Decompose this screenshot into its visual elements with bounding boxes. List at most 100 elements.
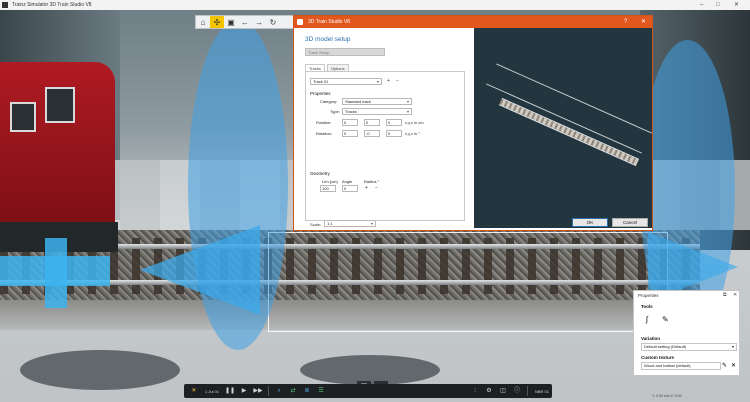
rotation-unit: x,y,z in ° <box>405 131 420 136</box>
panel-close-icon[interactable]: ✕ <box>733 292 737 298</box>
chevron-down-icon: ▾ <box>376 79 379 84</box>
pencil-icon[interactable]: ✎ <box>662 315 669 324</box>
close-button[interactable]: ✕ <box>734 0 739 10</box>
add-model-button[interactable]: + <box>385 78 392 85</box>
pause-icon[interactable]: ❚❚ <box>224 386 236 396</box>
variation-label: Variation <box>641 336 661 341</box>
status-readout: Y: 0.00 mm Z: 0.00 <box>652 394 682 398</box>
maximize-button[interactable]: □ <box>716 0 720 10</box>
scale-select[interactable]: 1:1 ▾ <box>324 220 376 227</box>
properties-section-title: Properties <box>310 91 331 96</box>
custom-texture-field[interactable]: Wood and ballast (default) <box>641 362 721 370</box>
properties-panel: Properties ⧉ ✕ Tools ʃ ✎ Variation Defau… <box>633 290 740 376</box>
selection-bounding-box <box>268 232 668 332</box>
geometry-length-input[interactable]: 100 <box>320 185 336 192</box>
ground-shadow <box>20 350 180 390</box>
sim-date: 1 Jul 01 <box>205 388 220 394</box>
type-select[interactable]: Tracks ▾ <box>342 108 412 115</box>
layers-icon[interactable]: ≣ <box>301 386 313 396</box>
chevron-down-icon: ▾ <box>731 344 734 349</box>
app-title: Trainz Simulator 3D Train Studio V8 <box>12 2 92 8</box>
cancel-button[interactable]: Cancel <box>612 218 648 227</box>
app-titlebar: Trainz Simulator 3D Train Studio V8 – □ … <box>0 0 750 10</box>
save-icon[interactable]: ▣ <box>224 16 238 28</box>
edit-texture-icon[interactable]: ✎ <box>722 362 727 369</box>
add-segment-button[interactable]: + <box>363 185 370 192</box>
locomotive-window <box>10 102 36 132</box>
category-select[interactable]: Standard track ▾ <box>342 98 412 105</box>
remove-texture-icon[interactable]: ✕ <box>731 362 736 369</box>
dialog-settings-pane: 3D model setup Track Setup Tracks Option… <box>294 28 474 228</box>
rotation-label: Rotation: <box>316 131 333 136</box>
geometry-angle-input[interactable]: 0 <box>342 185 358 192</box>
shuffle-icon[interactable]: ⇄ <box>287 386 299 396</box>
position-z-input[interactable]: 0 <box>386 119 402 126</box>
move-gizmo-arrow-left[interactable] <box>140 225 260 315</box>
dialog-app-icon <box>297 19 303 25</box>
properties-panel-title: Properties <box>638 293 659 298</box>
move-gizmo-y-axis[interactable] <box>45 238 67 308</box>
model-select[interactable]: Track 01 ▾ <box>310 78 382 85</box>
fast-forward-icon[interactable]: ▶▶ <box>252 386 264 396</box>
move-tool-icon[interactable]: ✣ <box>210 16 224 28</box>
sliders-icon[interactable]: ⫶ <box>469 386 481 396</box>
dialog-title: 3D Train Studio V8 <box>308 19 350 25</box>
display-icon[interactable]: ◫ <box>497 386 509 396</box>
popout-icon[interactable]: ⧉ <box>723 292 727 298</box>
model-select-value: Track 01 <box>313 79 329 84</box>
geometry-angle-header: Angle <box>342 179 353 184</box>
home-icon[interactable]: ⌂ <box>196 16 210 28</box>
info-icon[interactable]: ⓘ <box>511 386 523 396</box>
help-button[interactable]: ? <box>624 16 627 28</box>
tracks-tab-panel: Track 01 ▾ + − Properties Category: Stan… <box>305 71 465 221</box>
scale-select-value: 1:1 <box>327 221 333 226</box>
position-y-input[interactable]: 0 <box>364 119 380 126</box>
locomotive-window <box>45 87 75 123</box>
locomotive-model[interactable] <box>0 62 115 222</box>
undo-icon[interactable]: ← <box>238 16 252 28</box>
type-select-value: Tracks <box>345 109 357 114</box>
model-setup-dialog: 3D Train Studio V8 ? ✕ 3D model setup Tr… <box>293 15 653 231</box>
scale-label: Scale: <box>310 222 322 227</box>
track-preview-model <box>498 97 640 167</box>
speed-readout: NBR 01 <box>534 388 549 394</box>
setup-name-field[interactable]: Track Setup <box>305 48 385 56</box>
remove-model-button[interactable]: − <box>394 78 401 85</box>
chevron-down-icon: ▾ <box>370 221 373 226</box>
search-icon[interactable]: ⌕ <box>273 386 285 396</box>
rotation-z-input[interactable]: 0 <box>386 130 402 137</box>
dialog-close-button[interactable]: ✕ <box>641 16 646 28</box>
custom-texture-label: Custom texture <box>641 355 675 360</box>
minimize-button[interactable]: – <box>700 0 703 10</box>
dialog-heading: 3D model setup <box>305 36 351 43</box>
curve-tool-icon[interactable]: ʃ <box>646 315 648 324</box>
position-unit: x,y,z in cm <box>405 120 424 125</box>
redo-icon[interactable]: → <box>252 16 266 28</box>
refresh-icon[interactable]: ↻ <box>266 16 280 28</box>
toolbar-divider <box>526 386 528 396</box>
bottom-toolbar: ☀ 1 Jul 01 ❚❚ ▶ ▶▶ ⌕ ⇄ ≣ ☰ ⫶ ⚙ ◫ ⓘ NBR 0… <box>184 384 552 398</box>
model-preview-pane[interactable] <box>474 28 652 228</box>
variation-select[interactable]: Default setting (Default) ▾ <box>641 343 737 351</box>
category-label: Category: <box>320 99 338 104</box>
sun-icon[interactable]: ☀ <box>188 386 200 396</box>
chevron-down-icon: ▾ <box>406 109 409 114</box>
main-toolbar: ⌂ ✣ ▣ ← → ↻ <box>195 15 295 29</box>
rotation-y-input[interactable]: -0 <box>364 130 380 137</box>
list-icon[interactable]: ☰ <box>315 386 327 396</box>
geometry-length-header: Len.(cm) <box>322 179 338 184</box>
category-select-value: Standard track <box>345 99 372 104</box>
type-label: Type: <box>330 109 340 114</box>
rotation-x-input[interactable]: 0 <box>342 130 358 137</box>
app-icon <box>2 2 8 8</box>
toolbar-divider <box>268 386 270 396</box>
chevron-down-icon: ▾ <box>406 99 409 104</box>
position-x-input[interactable]: 0 <box>342 119 358 126</box>
play-icon[interactable]: ▶ <box>238 386 250 396</box>
tools-label: Tools <box>641 304 653 309</box>
position-label: Position: <box>316 120 332 125</box>
settings-icon[interactable]: ⚙ <box>483 386 495 396</box>
remove-segment-button[interactable]: − <box>373 185 380 192</box>
ok-button[interactable]: OK <box>572 218 608 227</box>
geometry-section-title: Geometry <box>310 171 330 176</box>
